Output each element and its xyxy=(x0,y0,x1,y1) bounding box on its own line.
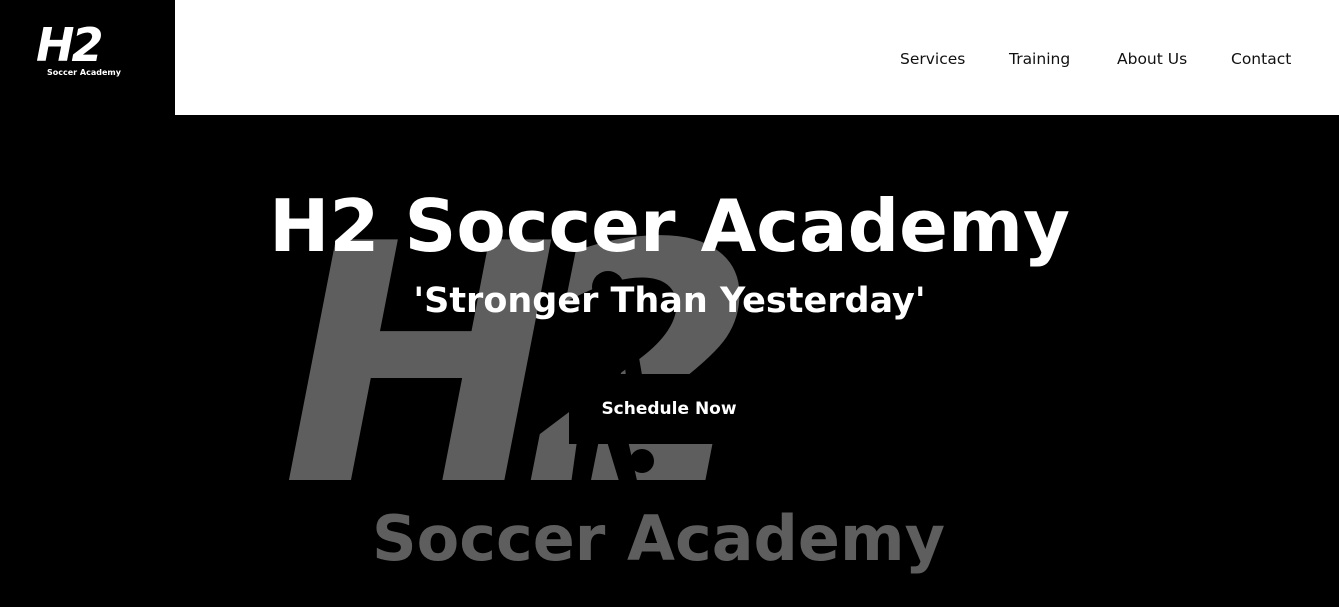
nav-item-services[interactable]: Services xyxy=(900,48,965,70)
site-header: H2 Soccer Academy Services Training Abou… xyxy=(0,0,1339,115)
nav-item-about-us[interactable]: About Us xyxy=(1117,48,1187,70)
hero-title: H2 Soccer Academy xyxy=(269,184,1070,268)
main-nav: Services Training About Us Contact xyxy=(0,48,1339,70)
hero-tagline: 'Stronger Than Yesterday' xyxy=(413,281,926,321)
nav-item-contact[interactable]: Contact xyxy=(1231,48,1291,70)
nav-item-training[interactable]: Training xyxy=(1009,48,1070,70)
hero-section: H2 Soccer Academy H2 Soccer Academy 'Str… xyxy=(0,115,1339,607)
watermark-subtitle: Soccer Academy xyxy=(372,502,945,575)
schedule-now-button[interactable]: Schedule Now xyxy=(569,374,769,444)
